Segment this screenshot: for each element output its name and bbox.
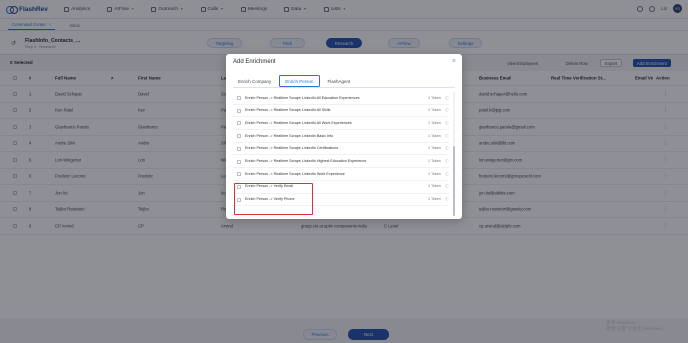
option-label: Enrich Person -> Realtime Scrape LinkedI… bbox=[245, 171, 345, 176]
enrichment-tabs: Enrich Company Enrich Person FlashAgent bbox=[233, 75, 455, 88]
tab-flashagent[interactable]: FlashAgent bbox=[323, 75, 356, 87]
enrichment-option[interactable]: Enrich Person -> Realtime Scrape LinkedI… bbox=[233, 130, 449, 143]
option-label: Enrich Person -> Verify Phone bbox=[245, 197, 295, 202]
token-cost: 1 Token bbox=[428, 133, 441, 138]
tab-enrich-person[interactable]: Enrich Person bbox=[279, 75, 320, 87]
info-icon[interactable]: ⓘ bbox=[445, 159, 449, 164]
enrichment-option[interactable]: Enrich Person -> Realtime Scrape LinkedI… bbox=[233, 105, 449, 118]
enrichment-option[interactable]: Enrich Person -> Verify Email 1 Token ⓘ bbox=[233, 181, 449, 194]
option-label: Enrich Person -> Realtime Scrape LinkedI… bbox=[245, 146, 339, 151]
option-checkbox[interactable] bbox=[237, 108, 241, 113]
option-label: Enrich Person -> Realtime Scrape LinkedI… bbox=[245, 159, 367, 163]
option-label: Enrich Person -> Realtime Scrape LinkedI… bbox=[245, 133, 334, 138]
token-cost: 1 Token bbox=[428, 108, 441, 113]
option-checkbox[interactable] bbox=[237, 184, 241, 189]
option-label: Enrich Person -> Verify Email bbox=[245, 184, 294, 189]
info-icon[interactable]: ⓘ bbox=[445, 134, 449, 139]
dialog-title: Add Enrichment bbox=[233, 59, 276, 65]
option-label: Enrich Person -> Realtime Scrape LinkedI… bbox=[245, 108, 331, 113]
info-icon[interactable]: ⓘ bbox=[445, 172, 449, 177]
option-checkbox[interactable] bbox=[237, 197, 241, 202]
info-icon[interactable]: ⓘ bbox=[445, 121, 449, 126]
enrichment-option[interactable]: Enrich Person -> Realtime Scrape LinkedI… bbox=[233, 143, 449, 156]
info-icon[interactable]: ⓘ bbox=[445, 146, 449, 151]
token-cost: 1 Token bbox=[428, 146, 441, 151]
token-cost: 1 Token bbox=[428, 159, 441, 163]
enrichment-option[interactable]: Enrich Person -> Realtime Scrape LinkedI… bbox=[233, 117, 449, 131]
option-checkbox[interactable] bbox=[237, 159, 241, 164]
info-icon[interactable]: ⓘ bbox=[445, 96, 449, 101]
scrollbar-thumb[interactable] bbox=[453, 146, 455, 216]
token-cost: 1 Token bbox=[428, 120, 441, 125]
option-checkbox[interactable] bbox=[237, 121, 241, 126]
close-icon[interactable]: × bbox=[452, 58, 456, 65]
option-label: Enrich Person -> Realtime Scrape LinkedI… bbox=[245, 120, 352, 125]
info-icon[interactable]: ⓘ bbox=[445, 184, 449, 189]
enrichment-option[interactable]: Enrich Person -> Realtime Scrape LinkedI… bbox=[233, 156, 449, 169]
token-cost: 1 Token bbox=[428, 95, 441, 100]
info-icon[interactable]: ⓘ bbox=[445, 108, 449, 113]
option-checkbox[interactable] bbox=[237, 134, 241, 139]
token-cost: 1 Token bbox=[428, 197, 441, 202]
enrichment-option[interactable]: Enrich Person -> Realtime Scrape LinkedI… bbox=[233, 168, 449, 181]
token-cost: 1 Token bbox=[428, 184, 441, 189]
token-cost: 1 Token bbox=[428, 171, 441, 176]
enrichment-option[interactable]: Enrich Person -> Verify Phone 1 Token ⓘ bbox=[233, 194, 449, 207]
enrichment-option[interactable]: Enrich Person -> Realtime Scrape LinkedI… bbox=[233, 92, 449, 105]
option-checkbox[interactable] bbox=[237, 146, 241, 151]
add-enrichment-dialog: Add Enrichment × Enrich Company Enrich P… bbox=[226, 54, 462, 219]
option-label: Enrich Person -> Realtime Scrape LinkedI… bbox=[245, 95, 360, 100]
enrichment-list: Enrich Person -> Realtime Scrape LinkedI… bbox=[233, 92, 449, 216]
tab-enrich-company[interactable]: Enrich Company bbox=[233, 75, 276, 87]
info-icon[interactable]: ⓘ bbox=[445, 197, 449, 202]
option-checkbox[interactable] bbox=[237, 96, 241, 100]
option-checkbox[interactable] bbox=[237, 172, 241, 177]
